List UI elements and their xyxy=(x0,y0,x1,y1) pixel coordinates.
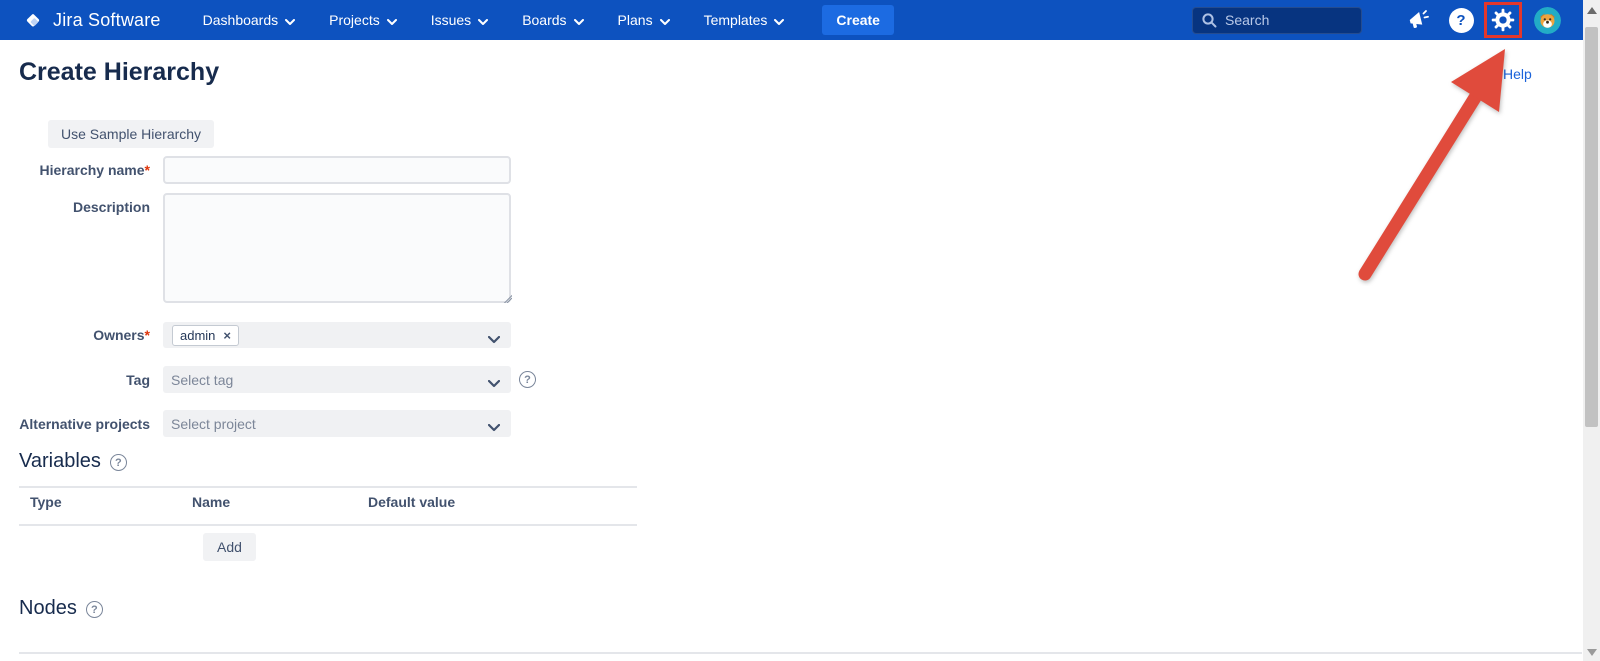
megaphone-icon[interactable] xyxy=(1403,5,1433,35)
alternative-projects-select[interactable]: Select project xyxy=(163,410,511,437)
nodes-heading: Nodes ? xyxy=(19,597,103,620)
tag-help-icon[interactable]: ? xyxy=(519,371,536,388)
variables-heading: Variables ? xyxy=(19,450,127,473)
help-link[interactable]: Help xyxy=(1503,66,1532,82)
table-divider xyxy=(19,524,637,526)
owner-chip: admin × xyxy=(172,325,239,346)
top-nav-bar: Jira Software Dashboards Projects Issues… xyxy=(0,0,1583,40)
nav-item-plans[interactable]: Plans xyxy=(618,11,670,29)
nodes-help-icon[interactable]: ? xyxy=(86,601,103,618)
jira-logo-text: Jira Software xyxy=(53,10,161,31)
tag-row: Tag Select tag xyxy=(0,366,511,393)
nav-item-boards[interactable]: Boards xyxy=(522,11,583,29)
jira-logo-icon xyxy=(22,9,44,31)
description-textarea[interactable] xyxy=(163,193,511,303)
table-divider xyxy=(19,486,637,488)
description-label: Description xyxy=(0,193,150,308)
chevron-down-icon xyxy=(488,419,500,437)
owners-label: Owners* xyxy=(0,327,150,343)
nav-item-projects[interactable]: Projects xyxy=(329,11,397,29)
vertical-scrollbar[interactable] xyxy=(1583,0,1600,661)
required-mark: * xyxy=(145,327,150,343)
variables-help-icon[interactable]: ? xyxy=(110,454,127,471)
description-row: Description xyxy=(0,193,511,308)
hierarchy-name-input[interactable] xyxy=(163,156,511,184)
scrollbar-down-icon[interactable] xyxy=(1587,649,1597,656)
chevron-down-icon xyxy=(774,13,784,29)
tag-placeholder: Select tag xyxy=(171,372,233,388)
jira-logo[interactable]: Jira Software xyxy=(22,9,161,31)
hierarchy-name-label: Hierarchy name* xyxy=(0,162,150,178)
chevron-down-icon xyxy=(488,375,500,393)
user-avatar[interactable] xyxy=(1534,7,1561,34)
help-icon[interactable]: ? xyxy=(1446,5,1476,35)
page-title: Create Hierarchy xyxy=(19,58,219,87)
scrollbar-thumb[interactable] xyxy=(1585,27,1598,427)
alternative-projects-label: Alternative projects xyxy=(0,416,150,432)
create-button[interactable]: Create xyxy=(822,5,894,35)
nodes-divider xyxy=(19,652,1582,654)
use-sample-hierarchy-button[interactable]: Use Sample Hierarchy xyxy=(48,120,214,148)
remove-owner-icon[interactable]: × xyxy=(223,329,231,342)
add-variable-button[interactable]: Add xyxy=(203,533,256,561)
nav-menu: Dashboards Projects Issues Boards Plans xyxy=(203,11,819,29)
chevron-down-icon xyxy=(387,13,397,29)
alternative-projects-row: Alternative projects Select project xyxy=(0,410,511,437)
nav-item-issues[interactable]: Issues xyxy=(431,11,488,29)
owner-chip-label: admin xyxy=(180,328,215,343)
chevron-down-icon xyxy=(285,13,295,29)
search-box xyxy=(1192,7,1362,34)
tag-label: Tag xyxy=(0,372,150,388)
alternative-projects-placeholder: Select project xyxy=(171,416,256,432)
nav-item-dashboards[interactable]: Dashboards xyxy=(203,11,296,29)
chevron-down-icon xyxy=(574,13,584,29)
hierarchy-name-row: Hierarchy name* xyxy=(0,156,511,184)
column-header-type: Type xyxy=(19,494,192,510)
scrollbar-up-icon[interactable] xyxy=(1587,7,1597,14)
variables-table-header: Type Name Default value xyxy=(19,494,637,510)
chevron-down-icon xyxy=(660,13,670,29)
chevron-down-icon xyxy=(478,13,488,29)
column-header-name: Name xyxy=(192,494,368,510)
tag-select[interactable]: Select tag xyxy=(163,366,511,393)
search-icon xyxy=(1201,12,1218,34)
column-header-default-value: Default value xyxy=(368,494,637,510)
required-mark: * xyxy=(145,162,150,178)
owners-row: Owners* admin × xyxy=(0,322,511,348)
settings-highlight-box xyxy=(1484,2,1522,38)
chevron-down-icon xyxy=(488,331,500,349)
owners-select[interactable]: admin × xyxy=(163,322,511,348)
app-window: Jira Software Dashboards Projects Issues… xyxy=(0,0,1600,661)
gear-icon[interactable] xyxy=(1489,6,1517,34)
nav-item-templates[interactable]: Templates xyxy=(704,11,785,29)
